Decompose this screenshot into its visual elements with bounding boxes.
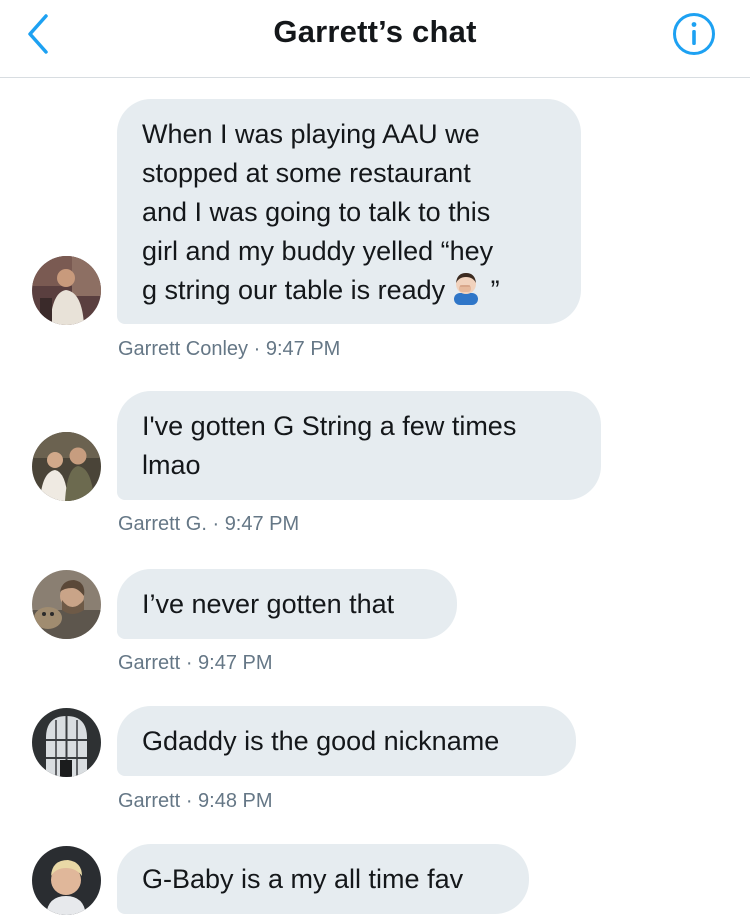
meta-separator: · [212,513,225,535]
message-time: 9:47 PM [198,652,273,674]
message-line: girl and my buddy yelled “hey [142,236,494,266]
message-bubble[interactable]: When I was playing AAU we stopped at som… [117,99,581,324]
message-line: G-Baby is a my all time fav [142,864,464,894]
message-time: 9:47 PM [265,338,341,360]
message-line: When I was playing AAU we [142,119,480,149]
message-time: 9:47 PM [224,513,300,535]
face-palm-emoji [454,273,479,305]
message-bubble[interactable]: I’ve never gotten that [117,569,457,639]
message-line-text: ” [483,275,500,305]
avatar[interactable] [32,570,101,639]
message-line: lmao [142,450,201,480]
chat-header: Garrett’s chat [0,0,750,78]
message-meta: Garrett · 9:48 PM [118,790,273,813]
avatar[interactable] [32,432,101,501]
meta-separator: · [185,790,199,812]
chat-screen: Garrett’s chat When I was playing AAU we… [0,0,750,918]
message-line: I've gotten G String a few times [142,411,517,441]
info-icon [673,13,715,55]
message-line: g string our table is ready ” [142,271,556,310]
meta-separator: · [253,338,266,360]
message-line: I’ve never gotten that [142,589,395,619]
sender-name: Garrett G. [118,513,207,535]
info-button[interactable] [672,12,716,56]
sender-name: Garrett Conley [118,338,249,360]
message-line: and I was going to talk to this [142,197,491,227]
message-meta: Garrett Conley · 9:47 PM [118,338,340,361]
avatar[interactable] [32,846,101,915]
message-line: stopped at some restaurant [142,158,471,188]
message-bubble[interactable]: I've gotten G String a few times lmao [117,391,601,500]
avatar[interactable] [32,256,101,325]
message-line-text: g string our table is ready [142,275,446,305]
message-bubble[interactable]: G-Baby is a my all time fav [117,844,529,914]
message-meta: Garrett · 9:47 PM [118,652,273,675]
message-line: Gdaddy is the good nickname [142,726,500,756]
page-title: Garrett’s chat [273,14,477,49]
sender-name: Garrett [118,652,181,674]
message-time: 9:48 PM [198,790,273,812]
avatar[interactable] [32,708,101,777]
message-meta: Garrett G. · 9:47 PM [118,513,299,536]
sender-name: Garrett [118,790,181,812]
message-bubble[interactable]: Gdaddy is the good nickname [117,706,576,776]
meta-separator: · [185,652,199,674]
